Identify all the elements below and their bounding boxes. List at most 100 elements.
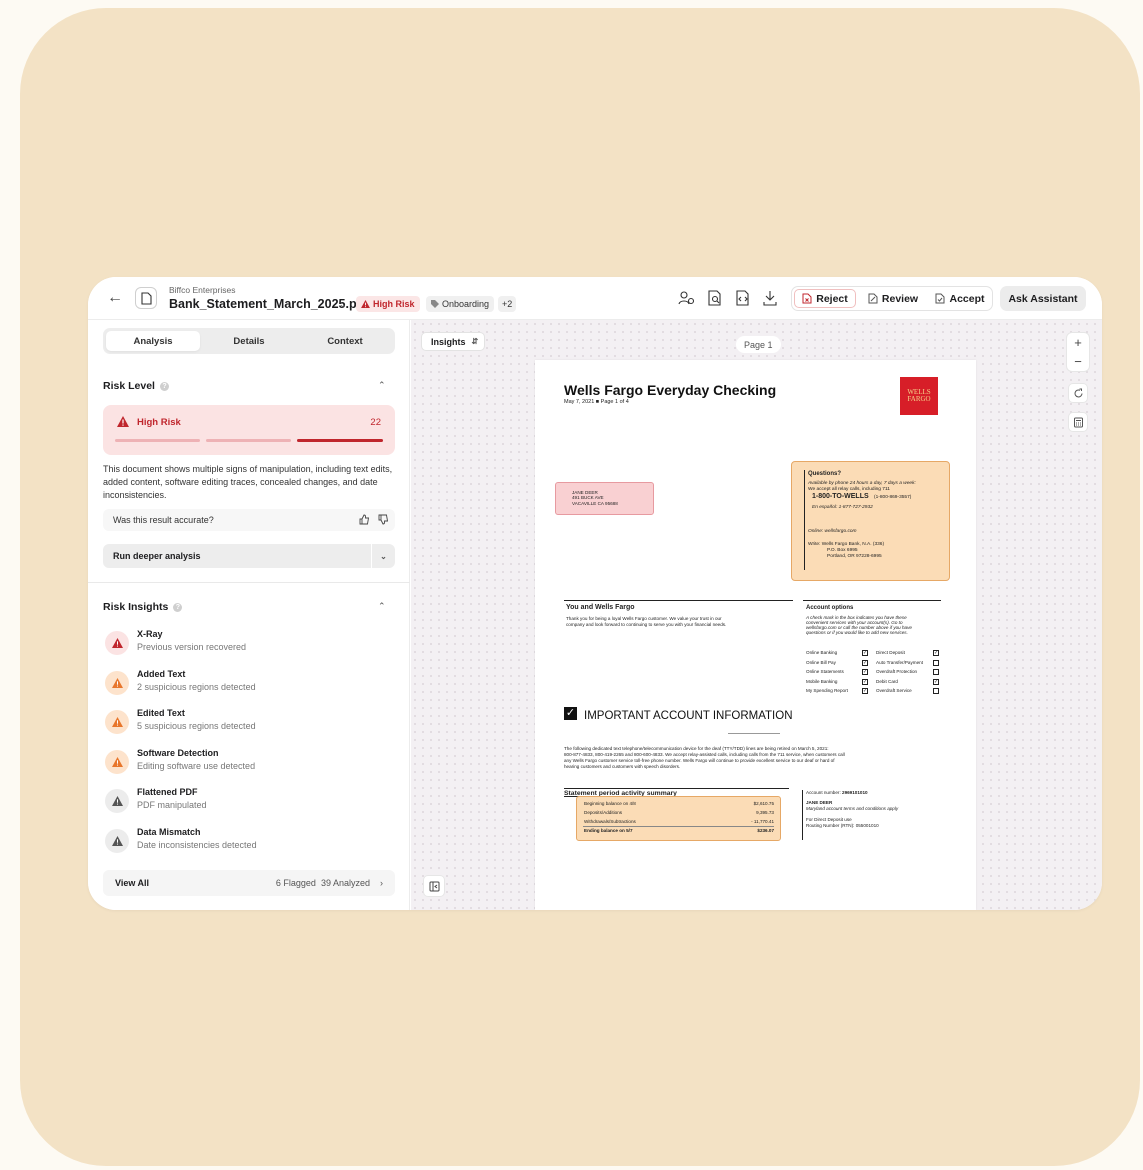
warning-icon: [105, 670, 129, 695]
summary-label: Deposits/Additions: [584, 810, 623, 815]
insight-title: Software Detection: [137, 747, 219, 758]
chevron-down-icon[interactable]: ⌄: [339, 299, 347, 310]
thumbs-down-icon[interactable]: [378, 514, 389, 525]
risk-bar-high: [297, 439, 383, 442]
risk-bar-medium: [206, 439, 291, 442]
doc-title: Wells Fargo Everyday Checking: [564, 382, 777, 398]
high-risk-tag[interactable]: High Risk: [356, 296, 420, 312]
deeper-label: Run deeper analysis: [113, 551, 201, 561]
insight-item[interactable]: Software Detection Editing software use d…: [103, 745, 395, 781]
insight-subtitle: 5 suspicious regions detected: [137, 721, 256, 731]
info-bar: [802, 790, 803, 840]
address-highlight[interactable]: JANE DEER 491 BUCK AVE VACAVILLE CA 9568…: [555, 482, 654, 515]
chevron-up-icon[interactable]: ⌃: [378, 380, 386, 391]
tab-details[interactable]: Details: [202, 331, 296, 351]
questions-line: Portland, OR 97228-6995: [827, 554, 882, 559]
document-x-icon: [802, 293, 812, 304]
important-text: The following dedicated text telephone/t…: [564, 746, 829, 751]
section-rule: [564, 788, 789, 789]
review-button[interactable]: Review: [862, 289, 924, 308]
more-tags-badge[interactable]: +2: [498, 296, 517, 312]
chevron-down-icon[interactable]: ⌄: [371, 544, 395, 568]
checkbox-checked-icon: ✓: [862, 678, 868, 685]
insight-item[interactable]: Flattened PDF PDF manipulated: [103, 784, 395, 820]
section-rule: [564, 600, 793, 601]
ask-assistant-button[interactable]: Ask Assistant: [1000, 286, 1086, 311]
top-bar: ← Biffco Enterprises Bank_Statement_Marc…: [88, 277, 1102, 320]
account-option-label: Direct Deposit: [876, 650, 905, 655]
important-text: hearing customers and customers with spe…: [564, 764, 681, 769]
insight-subtitle: 2 suspicious regions detected: [137, 681, 256, 692]
summary-value: 9,395.73: [756, 810, 774, 815]
reject-button[interactable]: Reject: [794, 289, 856, 308]
document-review-icon: [868, 293, 878, 304]
zoom-in-icon[interactable]: +: [1067, 333, 1089, 352]
checkbox-checked-icon: ✓: [862, 669, 868, 675]
tab-context[interactable]: Context: [298, 331, 392, 351]
assign-user-icon[interactable]: [678, 289, 696, 307]
decision-button-group: Reject Review Accept: [791, 286, 993, 311]
onboarding-tag[interactable]: Onboarding: [426, 296, 495, 312]
review-label: Review: [881, 292, 919, 305]
questions-highlight[interactable]: Questions? Available by phone 24 hours a…: [791, 461, 950, 581]
back-arrow-icon[interactable]: ←: [104, 288, 126, 308]
checkbox-empty-icon: [933, 688, 939, 694]
warning-icon: [105, 710, 129, 734]
info-icon[interactable]: ?: [159, 381, 169, 391]
address-line: VACAVILLE CA 95688: [572, 500, 618, 506]
wells-fargo-logo: WELLS FARGO: [900, 377, 938, 415]
chevron-right-icon: ›: [380, 878, 383, 888]
accept-button[interactable]: Accept: [929, 289, 991, 308]
insight-title: Added Text: [137, 668, 186, 679]
rotate-icon[interactable]: [1068, 383, 1088, 403]
warning-icon: [105, 631, 129, 655]
account-option-label: Debit Card: [876, 678, 898, 684]
important-title: IMPORTANT ACCOUNT INFORMATION: [584, 710, 793, 722]
questions-bar: [804, 470, 805, 570]
you-and-wf-text: Thank you for being a loyal Wells Fargo …: [566, 616, 722, 621]
insight-item[interactable]: Edited Text 5 suspicious regions detected: [103, 705, 395, 741]
insight-item[interactable]: Added Text 2 suspicious regions detected: [103, 666, 395, 702]
routing-number: Routing Number (RTN): 055001010: [806, 823, 879, 828]
risk-description: This document shows multiple signs of ma…: [103, 464, 393, 500]
checkbox-empty-icon: [933, 659, 939, 666]
direct-deposit-line: For Direct Deposit use: [806, 817, 852, 822]
download-icon[interactable]: [761, 289, 779, 307]
questions-line: Available by phone 24 hours a day, 7 day…: [808, 481, 916, 486]
view-all-counts: 6 Flagged 39 Analyzed ›: [276, 878, 383, 888]
insight-title: Flattened PDF: [137, 787, 198, 797]
account-option-label: My Spending Report: [806, 688, 848, 693]
account-option-label: Auto Transfer/Payment: [876, 659, 923, 665]
up-down-chevron-icon: ⇵: [471, 337, 479, 346]
company-name: Biffco Enterprises: [169, 285, 236, 295]
insight-item[interactable]: Data Mismatch Date inconsistencies detect…: [103, 824, 395, 860]
checkbox-checked-icon: ✓: [862, 688, 868, 694]
analyzed-count: 39 Analyzed: [320, 878, 370, 888]
view-all-button[interactable]: View All 6 Flagged 39 Analyzed ›: [103, 870, 395, 896]
run-deeper-analysis-button[interactable]: Run deeper analysis ⌄: [103, 544, 395, 568]
account-holder: JANE DEER: [806, 800, 833, 805]
document-search-icon[interactable]: [706, 289, 724, 307]
account-number: 2969101010: [842, 790, 868, 795]
calculator-icon[interactable]: [1068, 412, 1088, 432]
insights-dropdown[interactable]: Insights ⇵: [421, 332, 485, 351]
summary-value: $2,610.75: [753, 801, 774, 806]
checkbox-checked-icon: ✓: [862, 659, 868, 666]
collapse-panel-icon[interactable]: [423, 875, 445, 897]
document-code-icon[interactable]: [734, 289, 752, 307]
summary-value: - 11,770.41: [751, 819, 774, 824]
summary-highlight[interactable]: Beginning balance on 4/8 $2,610.75 Depos…: [576, 796, 781, 841]
insight-item[interactable]: X-Ray Previous version recovered: [103, 626, 395, 662]
account-option-label: Overdraft Service: [876, 688, 912, 693]
questions-line: P.O. Box 6995: [827, 548, 858, 553]
checkbox-checked-icon: ✓: [933, 678, 939, 685]
chevron-up-icon[interactable]: ⌃: [378, 601, 386, 612]
tab-analysis[interactable]: Analysis: [106, 331, 200, 351]
info-icon[interactable]: ?: [173, 602, 183, 612]
risk-level-title: Risk Level: [103, 380, 155, 392]
checkbox-checked-icon: ✓: [933, 650, 939, 656]
thumbs-up-icon[interactable]: [359, 514, 370, 525]
risk-level-label: High Risk: [137, 417, 181, 428]
questions-line: We accept all relay calls, including 711: [808, 487, 890, 492]
zoom-out-icon[interactable]: −: [1067, 352, 1089, 371]
